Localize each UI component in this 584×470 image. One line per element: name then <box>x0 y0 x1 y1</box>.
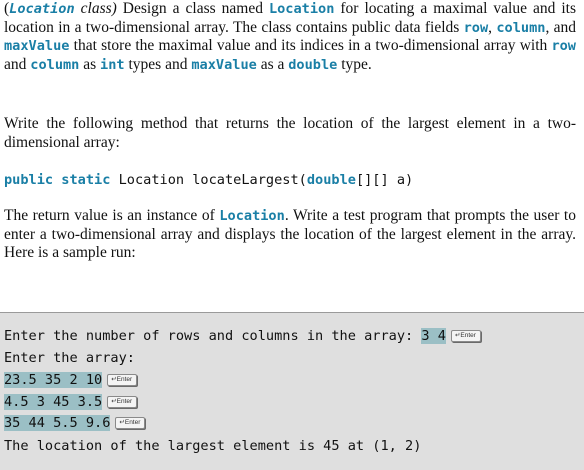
exercise-paragraph-method: Write the following method that returns … <box>4 115 576 151</box>
keyword-static: static <box>61 172 111 188</box>
user-input: 4.5 3 45 3.5 <box>4 394 103 410</box>
class-word: class) <box>74 0 117 17</box>
exercise-paragraph-test: The return value is an instance of Locat… <box>4 207 576 263</box>
text-segment: and <box>4 55 31 73</box>
text-segment: types and <box>124 55 192 73</box>
type-int-code: int <box>100 56 125 73</box>
field-row-code: row <box>551 38 576 54</box>
prompt-rows-cols: Enter the number of rows and columns in … <box>4 328 422 344</box>
text-segment: type. <box>337 55 372 73</box>
exercise-paragraph-intro: (Location class) Design a class named Lo… <box>4 0 576 74</box>
enter-key-icon: ↵Enter <box>107 396 138 408</box>
method-signature: public static Location locateLargest(dou… <box>4 171 413 189</box>
run-line-output: The location of the largest element is 4… <box>4 438 422 454</box>
field-row-code: row <box>463 19 489 36</box>
signature-text: [][] a) <box>355 172 414 188</box>
run-line-row: 23.5 35 2 10 ↵Enter <box>4 371 138 390</box>
sample-run-panel: Enter the number of rows and columns in … <box>0 312 584 470</box>
class-name-code: Location <box>219 208 285 224</box>
run-line-rows-cols: Enter the number of rows and columns in … <box>4 327 481 346</box>
type-double-code: double <box>288 56 338 73</box>
field-maxvalue-code: maxValue <box>191 56 257 73</box>
user-input: 23.5 35 2 10 <box>4 372 103 388</box>
user-input: 35 44 5.5 9.6 <box>4 415 111 431</box>
keyword-double: double <box>306 172 356 188</box>
field-column-code: column <box>30 56 80 73</box>
field-column-code: column <box>496 19 546 36</box>
enter-key-icon: ↵Enter <box>107 374 138 386</box>
text-segment: that store the maximal value and its ind… <box>69 37 552 54</box>
enter-key-icon: ↵Enter <box>450 330 481 342</box>
intro-text: Design a class named <box>116 0 269 17</box>
user-input: 3 4 <box>421 328 446 344</box>
signature-text: Location locateLargest( <box>110 172 307 188</box>
run-line-prompt-array: Enter the array: <box>4 350 135 366</box>
class-name-code: Location <box>268 1 335 17</box>
text-segment: as <box>79 55 101 73</box>
enter-key-icon: ↵Enter <box>115 417 146 429</box>
text-segment: , and <box>545 18 576 36</box>
keyword-public: public <box>4 172 54 188</box>
text-segment: The return value is an instance of <box>4 207 220 224</box>
run-line-row: 35 44 5.5 9.6 ↵Enter <box>4 414 146 433</box>
class-name-code: Location <box>9 1 75 17</box>
run-line-row: 4.5 3 45 3.5 ↵Enter <box>4 393 138 412</box>
text-segment: as a <box>256 55 289 73</box>
field-maxvalue-code: maxValue <box>4 38 70 54</box>
